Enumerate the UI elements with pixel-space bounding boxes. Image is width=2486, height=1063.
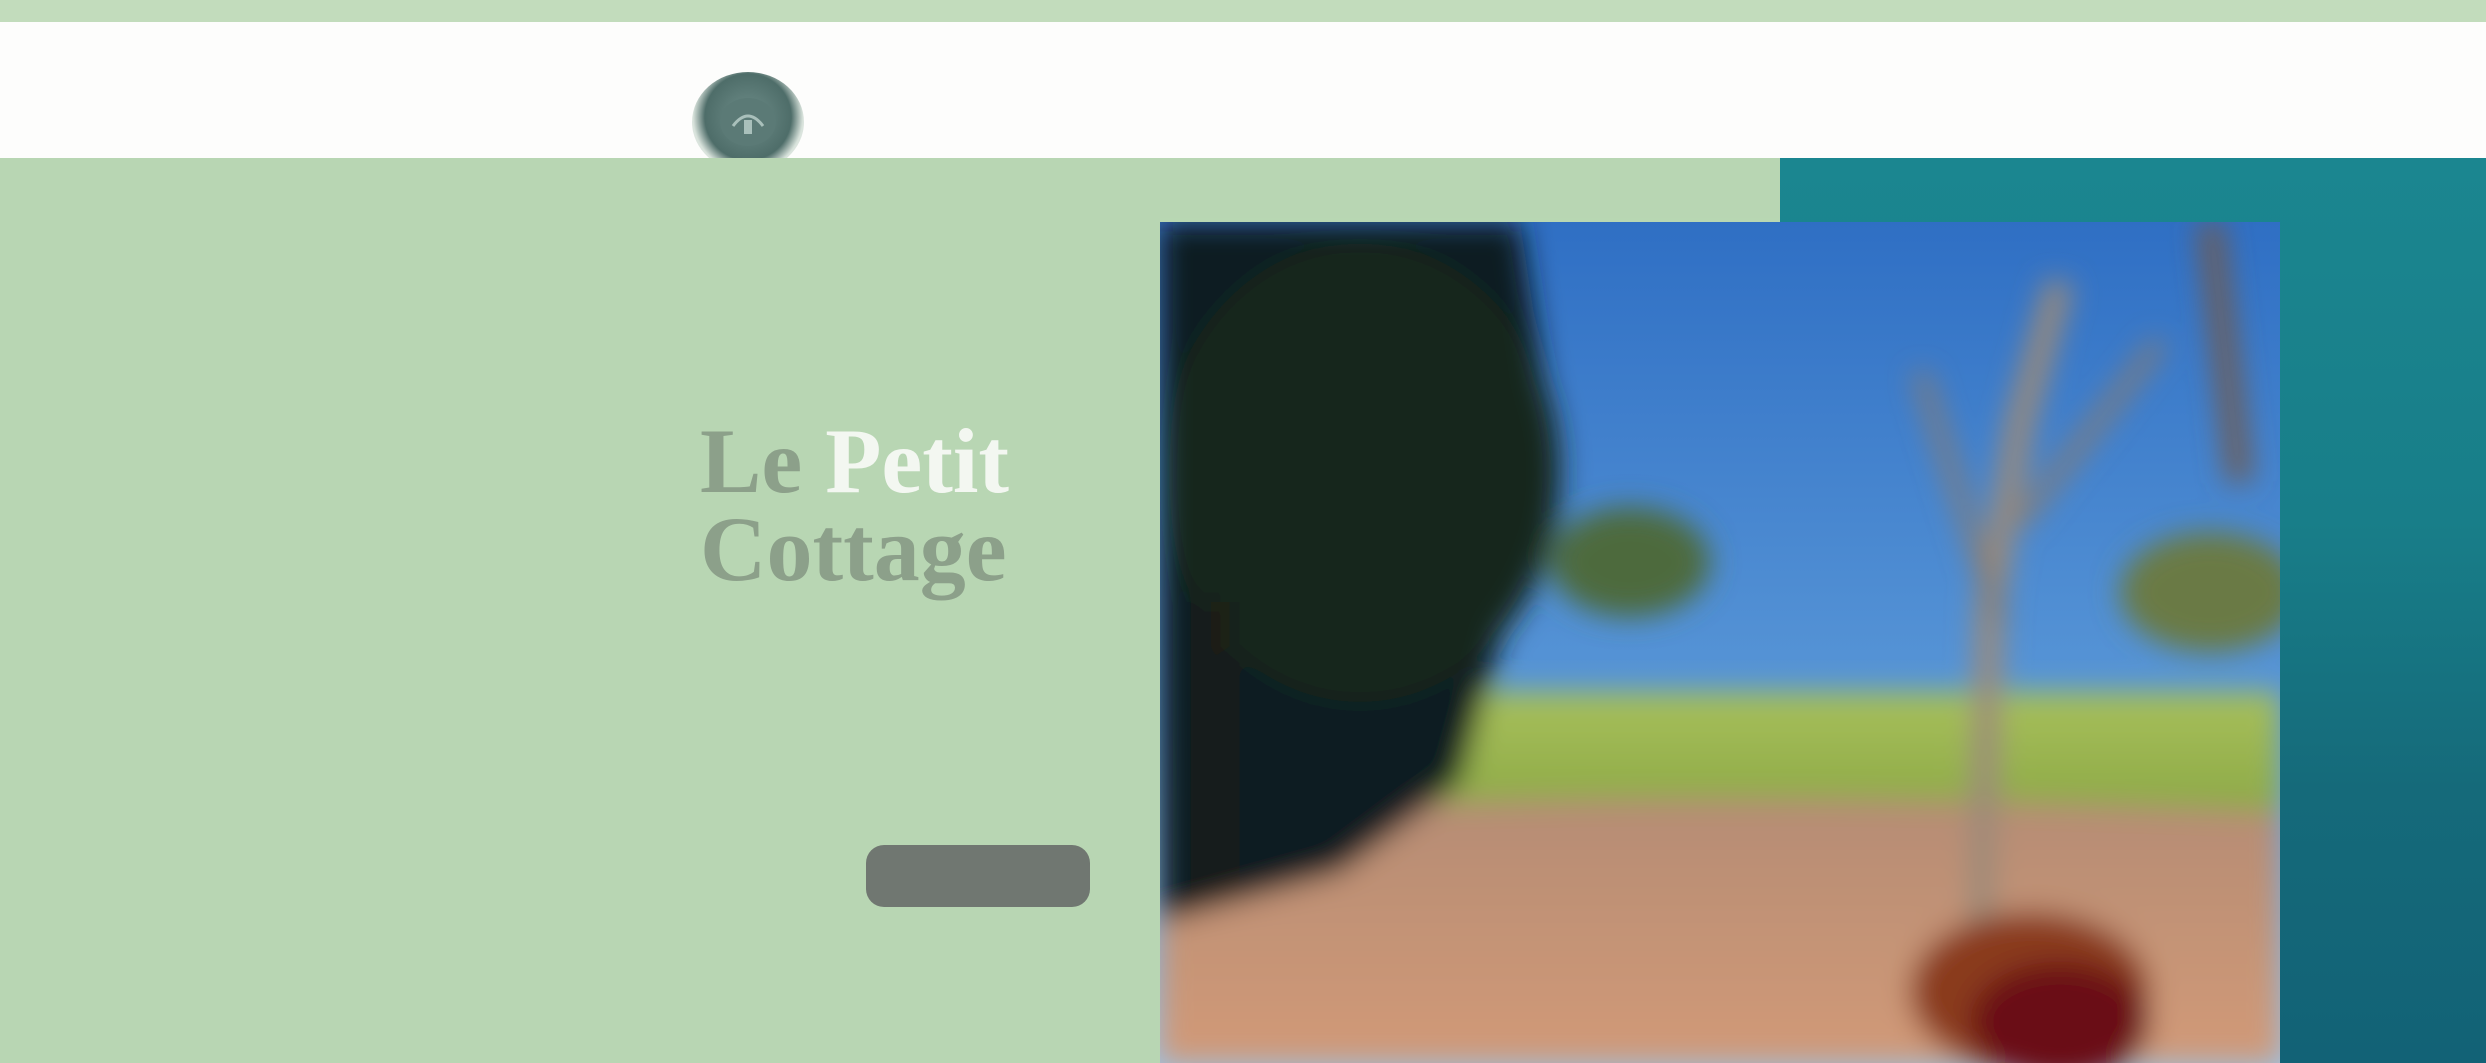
hero-band xyxy=(1160,158,1780,218)
site-header xyxy=(0,22,2486,172)
hero-panel xyxy=(0,158,1160,1063)
crest-logo-icon xyxy=(720,98,776,146)
title-highlight: Petit xyxy=(825,409,1010,512)
title-rest: Cottage xyxy=(700,497,1007,600)
main-nav xyxy=(1180,94,1356,134)
hero-title: Le Petit Cottage xyxy=(700,415,1100,595)
title-lead: Le xyxy=(700,409,803,512)
garden-landscape-photo-icon xyxy=(1160,222,2280,1063)
top-strip xyxy=(0,0,2486,22)
hero-cta-button[interactable] xyxy=(866,845,1090,907)
hero-photo xyxy=(1160,222,2280,1063)
logo[interactable] xyxy=(692,72,804,172)
